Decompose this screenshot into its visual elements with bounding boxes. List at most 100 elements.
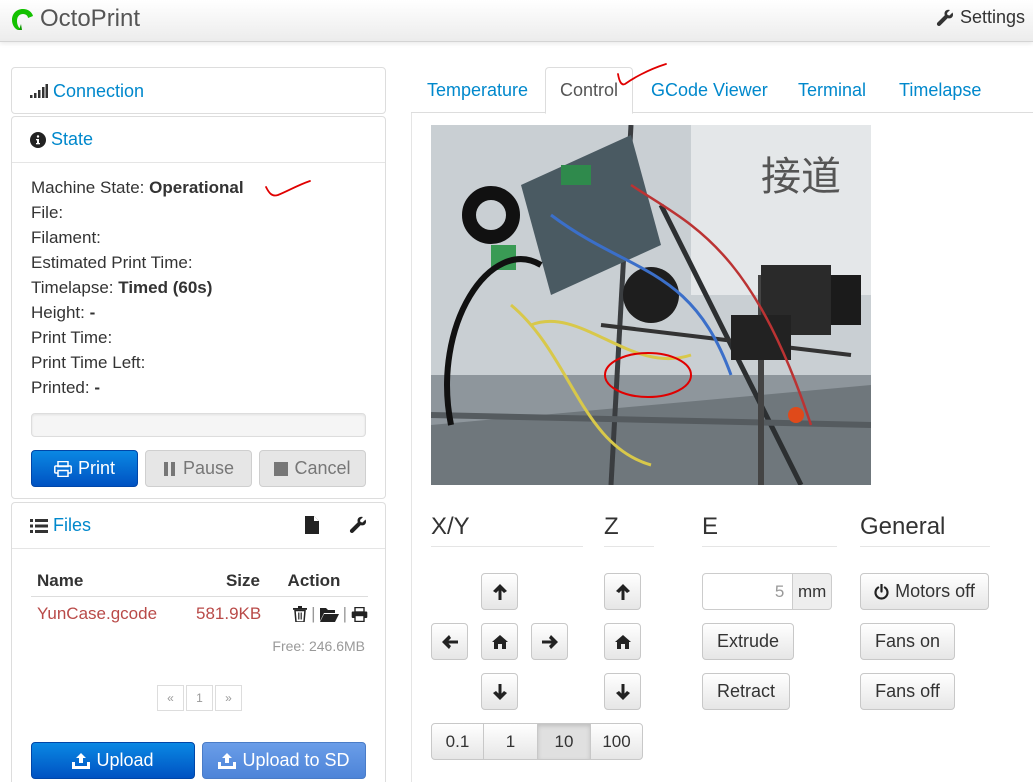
arrow-right-icon (541, 634, 558, 649)
brand-title: OctoPrint (40, 5, 141, 32)
state-height: Height: - (31, 303, 96, 322)
tab-timelapse[interactable]: Timelapse (899, 67, 981, 113)
table-row: YunCase.gcode 581.9KB | | (31, 597, 368, 631)
jog-step-size-group: 0.1 1 10 100 (431, 723, 643, 760)
folder-open-icon[interactable] (319, 607, 339, 622)
upload-to-sd-button[interactable]: Upload to SD (202, 742, 366, 779)
annotation-check-mark (617, 63, 667, 86)
pause-button-label: Pause (182, 458, 235, 478)
cancel-button-label: Cancel (294, 458, 351, 478)
upload-button[interactable]: Upload (31, 742, 195, 779)
state-timelapse: Timelapse: Timed (60s) (31, 278, 213, 297)
files-panel: Files Name Size Action YunCase.gcode 581… (11, 502, 386, 782)
col-name[interactable]: Name (31, 571, 196, 591)
upload-to-sd-label: Upload to SD (242, 750, 350, 770)
home-icon (614, 634, 631, 649)
action-separator: | (311, 604, 316, 623)
arrow-up-icon (492, 583, 507, 600)
state-body: Machine State: Operational File: Filamen… (12, 163, 385, 437)
trash-icon[interactable] (293, 606, 308, 622)
file-name[interactable]: YunCase.gcode (31, 604, 196, 624)
state-estimated-print-time: Estimated Print Time: (31, 253, 193, 272)
section-z-title: Z (604, 507, 654, 547)
jog-y-plus-button[interactable] (481, 573, 518, 610)
print-button-label: Print (77, 458, 115, 478)
col-size[interactable]: Size (196, 571, 260, 591)
extrude-button[interactable]: Extrude (702, 623, 794, 660)
file-size: 581.9KB (196, 604, 262, 623)
fans-on-button[interactable]: Fans on (860, 623, 955, 660)
pause-icon (163, 461, 177, 476)
state-filament: Filament: (31, 228, 101, 247)
section-general-title: General (860, 507, 990, 547)
pagination-next[interactable]: » (215, 685, 242, 711)
state-printed: Printed: - (31, 378, 100, 397)
home-z-button[interactable] (604, 623, 641, 660)
annotation-check-mark (265, 180, 311, 197)
section-e-title: E (702, 507, 837, 547)
jog-y-minus-button[interactable] (481, 673, 518, 710)
tab-terminal[interactable]: Terminal (798, 67, 866, 113)
extrude-amount-input[interactable]: 5 (702, 573, 794, 610)
printer-icon (54, 460, 72, 477)
navbar: OctoPrint Settings (0, 0, 1033, 42)
files-pagination: « 1 » (157, 685, 242, 711)
wrench-icon (936, 9, 953, 26)
connection-heading[interactable]: Connection (12, 68, 385, 114)
state-panel: State Machine State: Operational File: F… (11, 116, 386, 499)
settings-link[interactable]: Settings (936, 7, 1025, 28)
octoprint-logo-icon (12, 9, 33, 30)
arrow-down-icon (615, 683, 630, 700)
files-table-header: Name Size Action (31, 565, 368, 597)
jog-z-minus-button[interactable] (604, 673, 641, 710)
pause-button[interactable]: Pause (145, 450, 252, 487)
pagination-page-1[interactable]: 1 (186, 685, 213, 711)
arrow-left-icon (441, 634, 458, 649)
free-space: Free: 246.6MB (272, 638, 365, 654)
files-table: Name Size Action YunCase.gcode 581.9KB |… (31, 565, 368, 631)
list-icon (30, 518, 48, 533)
jog-x-minus-button[interactable] (431, 623, 468, 660)
state-heading[interactable]: State (12, 117, 385, 163)
wrench-icon[interactable] (349, 516, 367, 534)
printer-icon[interactable] (351, 606, 368, 622)
stop-icon (274, 461, 289, 476)
state-machine-state: Machine State: Operational (31, 178, 244, 197)
upload-controls: Upload Upload to SD (31, 742, 366, 779)
upload-icon (72, 752, 91, 769)
state-file: File: (31, 203, 64, 222)
file-actions: | | (260, 604, 368, 624)
cancel-button[interactable]: Cancel (259, 450, 366, 487)
file-icon[interactable] (305, 516, 319, 534)
state-print-time: Print Time: (31, 328, 113, 347)
connection-panel: Connection (11, 67, 386, 114)
step-size-1-button[interactable]: 1 (483, 723, 538, 760)
brand[interactable]: OctoPrint (10, 4, 140, 34)
motors-off-label: Motors off (895, 581, 975, 601)
jog-z-plus-button[interactable] (604, 573, 641, 610)
upload-button-label: Upload (96, 750, 154, 770)
signal-icon (30, 84, 48, 98)
print-button[interactable]: Print (31, 450, 138, 487)
step-size-100-button[interactable]: 100 (590, 723, 643, 760)
files-heading[interactable]: Files (12, 503, 385, 549)
settings-label: Settings (959, 7, 1025, 27)
power-icon (874, 583, 889, 600)
webcam-background-lettering: 接道 (761, 154, 841, 200)
pagination-prev[interactable]: « (157, 685, 184, 711)
info-circle-icon (30, 131, 46, 148)
home-icon (491, 634, 508, 649)
tab-temperature[interactable]: Temperature (427, 67, 528, 113)
jog-x-plus-button[interactable] (531, 623, 568, 660)
step-size-0-1-button[interactable]: 0.1 (431, 723, 484, 760)
state-print-time-left: Print Time Left: (31, 353, 146, 372)
extrude-amount-group: 5 mm (702, 573, 832, 610)
fans-off-button[interactable]: Fans off (860, 673, 955, 710)
col-action: Action (287, 570, 341, 590)
webcam-image: 接道 (431, 125, 871, 485)
retract-button[interactable]: Retract (702, 673, 790, 710)
home-xy-button[interactable] (481, 623, 518, 660)
step-size-10-button[interactable]: 10 (537, 723, 591, 760)
section-xy-title: X/Y (431, 507, 583, 547)
motors-off-button[interactable]: Motors off (860, 573, 989, 610)
